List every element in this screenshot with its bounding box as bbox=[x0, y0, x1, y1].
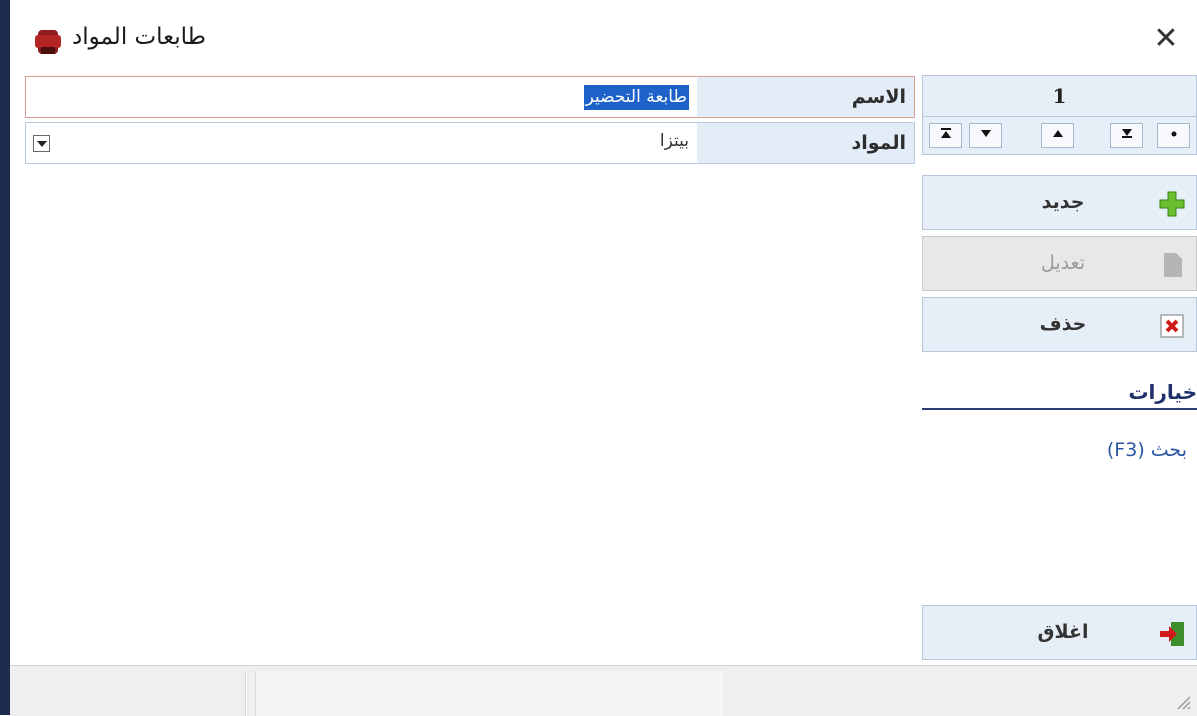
close-icon[interactable]: ✕ bbox=[1149, 22, 1183, 56]
document-icon bbox=[1158, 251, 1186, 279]
status-divider bbox=[245, 671, 247, 716]
close-label: اغلاق bbox=[1037, 621, 1089, 643]
name-label: الاسم bbox=[697, 77, 914, 117]
printer-icon bbox=[33, 27, 63, 57]
edit-button[interactable]: تعديل bbox=[922, 236, 1197, 291]
delete-icon bbox=[1158, 312, 1186, 340]
last-record-icon[interactable] bbox=[929, 123, 962, 148]
materials-field-row: المواد بيتزا bbox=[25, 122, 915, 164]
close-button[interactable]: اغلاق bbox=[922, 605, 1197, 660]
edit-label: تعديل bbox=[1040, 252, 1086, 274]
options-header: خيارات bbox=[922, 380, 1197, 410]
materials-label: المواد bbox=[697, 123, 914, 163]
record-navigator bbox=[922, 117, 1197, 155]
current-record-icon[interactable] bbox=[1157, 123, 1190, 148]
window-title: طابعات المواد bbox=[72, 24, 206, 50]
record-counter: 1 bbox=[922, 75, 1197, 117]
status-bar bbox=[10, 665, 1197, 716]
next-record-icon[interactable] bbox=[969, 123, 1002, 148]
materials-select[interactable]: بيتزا bbox=[660, 131, 689, 151]
delete-button[interactable]: حذف bbox=[922, 297, 1197, 352]
dropdown-arrow-icon[interactable] bbox=[33, 135, 50, 152]
title-bar: طابعات المواد ✕ bbox=[10, 0, 1197, 70]
exit-icon bbox=[1158, 620, 1186, 648]
status-panel bbox=[255, 671, 722, 716]
add-icon bbox=[1158, 190, 1186, 218]
new-label: جديد bbox=[1041, 191, 1085, 213]
name-input[interactable]: طابعة التحضير bbox=[583, 85, 689, 110]
printers-window: طابعات المواد ✕ الاسم طابعة التحضير المو… bbox=[0, 0, 1197, 716]
name-field-row: الاسم طابعة التحضير bbox=[25, 76, 915, 118]
window-frame bbox=[0, 0, 10, 715]
delete-label: حذف bbox=[1039, 313, 1087, 335]
new-button[interactable]: جديد bbox=[922, 175, 1197, 230]
first-record-icon[interactable] bbox=[1110, 123, 1143, 148]
search-link[interactable]: بحث (F3) bbox=[1107, 439, 1187, 461]
previous-record-icon[interactable] bbox=[1041, 123, 1074, 148]
resize-grip-icon[interactable] bbox=[1173, 692, 1191, 710]
